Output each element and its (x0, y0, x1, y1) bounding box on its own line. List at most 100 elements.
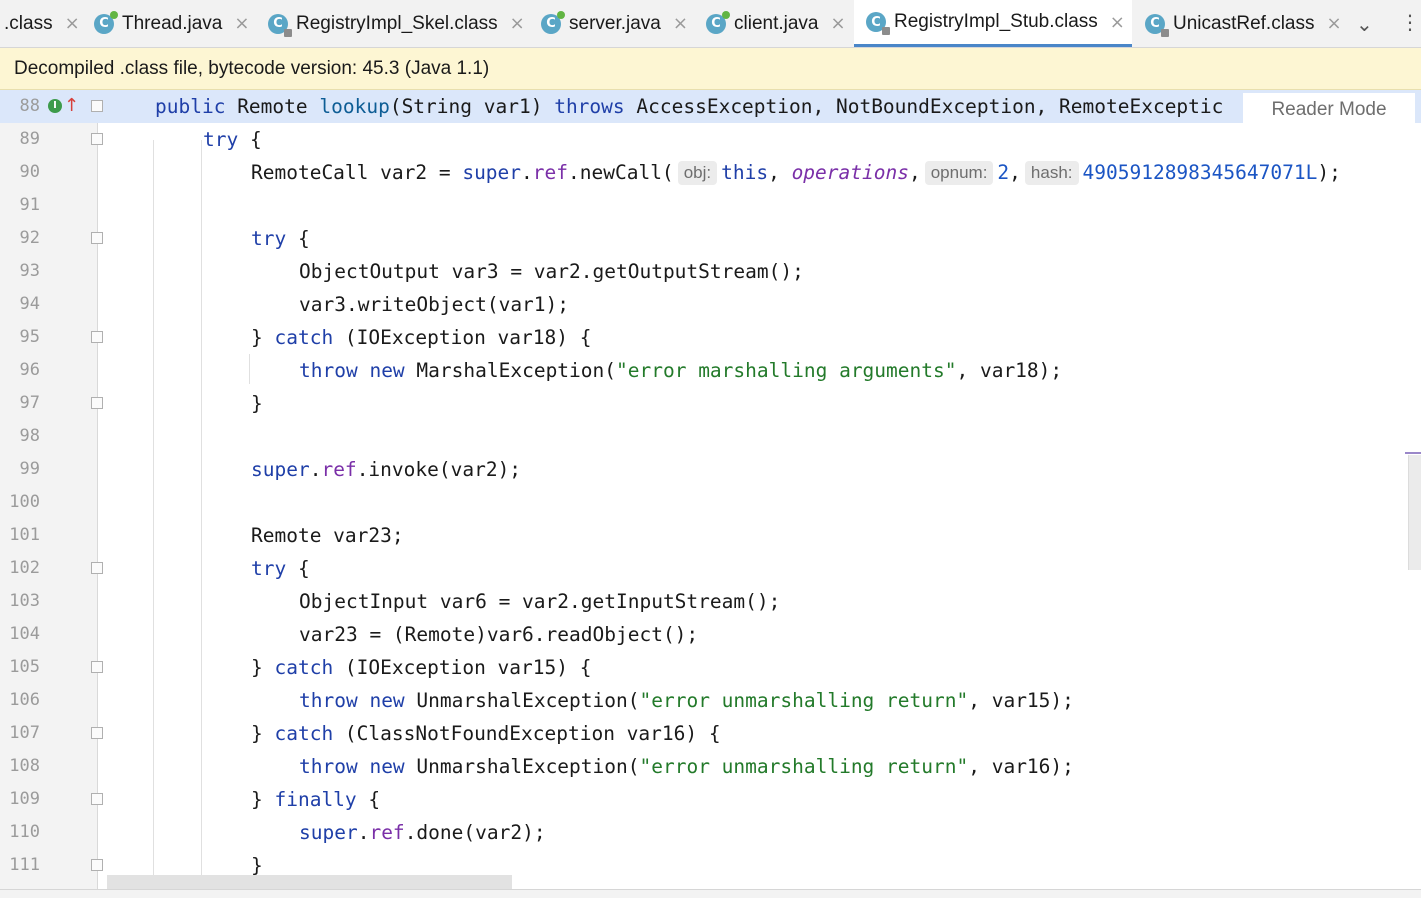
code-editor[interactable]: 88 I ↑ public Remote lookup(String var1)… (0, 90, 1421, 897)
code-text: } catch (IOException var15) { (251, 656, 592, 679)
code-text: } (251, 392, 263, 415)
fold-icon[interactable] (91, 859, 103, 871)
java-class-icon: C (706, 10, 730, 34)
code-line: 91 (0, 189, 1421, 222)
line-number: 100 (9, 492, 40, 512)
param-hint-opnum: opnum: (924, 161, 994, 185)
line-number: 105 (9, 657, 40, 677)
code-text: } catch (IOException var18) { (251, 326, 592, 349)
code-line: 88 I ↑ public Remote lookup(String var1)… (0, 90, 1421, 123)
code-line: 102 try { (0, 552, 1421, 585)
editor-tab-bar: .class × C Thread.java × C RegistryImpl_… (0, 0, 1421, 48)
code-text: } finally { (251, 788, 381, 811)
close-icon[interactable]: × (1327, 13, 1342, 34)
code-line: 92 try { (0, 222, 1421, 255)
fold-icon[interactable] (91, 232, 103, 244)
tab-label: UnicastRef.class (1173, 12, 1315, 34)
fold-icon[interactable] (91, 100, 103, 112)
line-number: 97 (19, 393, 40, 413)
code-line: 97 } (0, 387, 1421, 420)
decompiled-banner: Decompiled .class file, bytecode version… (0, 48, 1421, 90)
gutter-markers[interactable]: I ↑ (48, 95, 79, 116)
fold-icon[interactable] (91, 727, 103, 739)
code-line: 90 RemoteCall var2 = super.ref.newCall(o… (0, 156, 1421, 189)
tab-label: RegistryImpl_Skel.class (296, 12, 498, 34)
code-text: ObjectOutput var3 = var2.getOutputStream… (299, 260, 804, 283)
code-text: throw new UnmarshalException("error unma… (299, 755, 1074, 778)
fold-icon[interactable] (91, 133, 103, 145)
code-line: 104 var23 = (Remote)var6.readObject(); (0, 618, 1421, 651)
chevron-down-icon[interactable]: ⌄ (1356, 12, 1373, 36)
line-number: 89 (19, 129, 40, 149)
tab-label: client.java (734, 12, 819, 34)
line-number: 94 (19, 294, 40, 314)
code-text: throw new UnmarshalException("error unma… (299, 689, 1074, 712)
fold-icon[interactable] (91, 793, 103, 805)
tab-registryimpl-stub[interactable]: C RegistryImpl_Stub.class × (854, 0, 1132, 47)
line-number: 102 (9, 558, 40, 578)
java-class-icon: C (541, 10, 565, 34)
line-number: 104 (9, 624, 40, 644)
close-icon[interactable]: × (1110, 12, 1125, 33)
code-text: var23 = (Remote)var6.readObject(); (299, 623, 699, 646)
close-icon[interactable]: × (510, 13, 525, 34)
implementation-icon[interactable]: I (48, 98, 62, 113)
tab-server-java[interactable]: C server.java × (541, 0, 688, 47)
line-number: 92 (19, 228, 40, 248)
tab-label: .class (4, 12, 53, 34)
fold-icon[interactable] (91, 562, 103, 574)
code-line: 89 try { (0, 123, 1421, 156)
code-text: public Remote lookup(String var1) throws… (155, 95, 1224, 118)
line-number: 95 (19, 327, 40, 347)
line-number: 107 (9, 723, 40, 743)
tab-unicastref[interactable]: C UnicastRef.class × (1145, 0, 1342, 47)
banner-text: Decompiled .class file, bytecode version… (14, 58, 490, 79)
code-line: 94 var3.writeObject(var1); (0, 288, 1421, 321)
code-line: 106 throw new UnmarshalException("error … (0, 684, 1421, 717)
reader-mode-label: Reader Mode (1271, 99, 1387, 120)
close-icon[interactable]: × (673, 13, 688, 34)
fold-icon[interactable] (91, 661, 103, 673)
more-vert-icon[interactable]: ⋮ (1400, 10, 1420, 34)
line-number: 109 (9, 789, 40, 809)
horizontal-scrollbar-thumb[interactable] (107, 875, 512, 889)
tab-label: RegistryImpl_Stub.class (894, 11, 1098, 32)
code-line: 101 Remote var23; (0, 519, 1421, 552)
tab-label: Thread.java (122, 12, 223, 34)
code-line: 107 } catch (ClassNotFoundException var1… (0, 717, 1421, 750)
param-hint-hash: hash: (1024, 161, 1079, 185)
line-number: 108 (9, 756, 40, 776)
compiled-class-icon: C (1145, 13, 1169, 37)
code-line: 109 } finally { (0, 783, 1421, 816)
tab-class-partial[interactable]: .class × (4, 0, 80, 47)
line-number: 110 (9, 822, 40, 842)
code-text: super.ref.invoke(var2); (251, 458, 522, 481)
code-line: 99 super.ref.invoke(var2); (0, 453, 1421, 486)
vertical-scrollbar-thumb[interactable] (1408, 455, 1421, 570)
code-text: var3.writeObject(var1); (299, 293, 570, 316)
code-text: try { (251, 227, 310, 250)
tab-registryimpl-skel[interactable]: C RegistryImpl_Skel.class × (268, 0, 525, 47)
fold-icon[interactable] (91, 331, 103, 343)
close-icon[interactable]: × (831, 13, 846, 34)
line-number: 88 (19, 96, 40, 116)
param-hint-obj: obj: (677, 161, 718, 185)
code-line: 105 } catch (IOException var15) { (0, 651, 1421, 684)
tab-client-java[interactable]: C client.java × (706, 0, 846, 47)
line-number: 111 (9, 855, 40, 875)
code-line: 108 throw new UnmarshalException("error … (0, 750, 1421, 783)
line-number: 96 (19, 360, 40, 380)
code-line: 96 throw new MarshalException("error mar… (0, 354, 1421, 387)
close-icon[interactable]: × (234, 13, 249, 34)
compiled-class-icon: C (866, 12, 890, 35)
close-icon[interactable]: × (65, 13, 80, 34)
code-line: 93 ObjectOutput var3 = var2.getOutputStr… (0, 255, 1421, 288)
line-number: 90 (19, 162, 40, 182)
override-arrow-icon[interactable]: ↑ (64, 95, 79, 116)
code-text: } catch (ClassNotFoundException var16) { (251, 722, 721, 745)
line-number: 91 (19, 195, 40, 215)
tab-thread-java[interactable]: C Thread.java × (94, 0, 249, 47)
fold-icon[interactable] (91, 397, 103, 409)
reader-mode-button[interactable]: Reader Mode (1243, 93, 1415, 127)
code-line: 110 super.ref.done(var2); (0, 816, 1421, 849)
